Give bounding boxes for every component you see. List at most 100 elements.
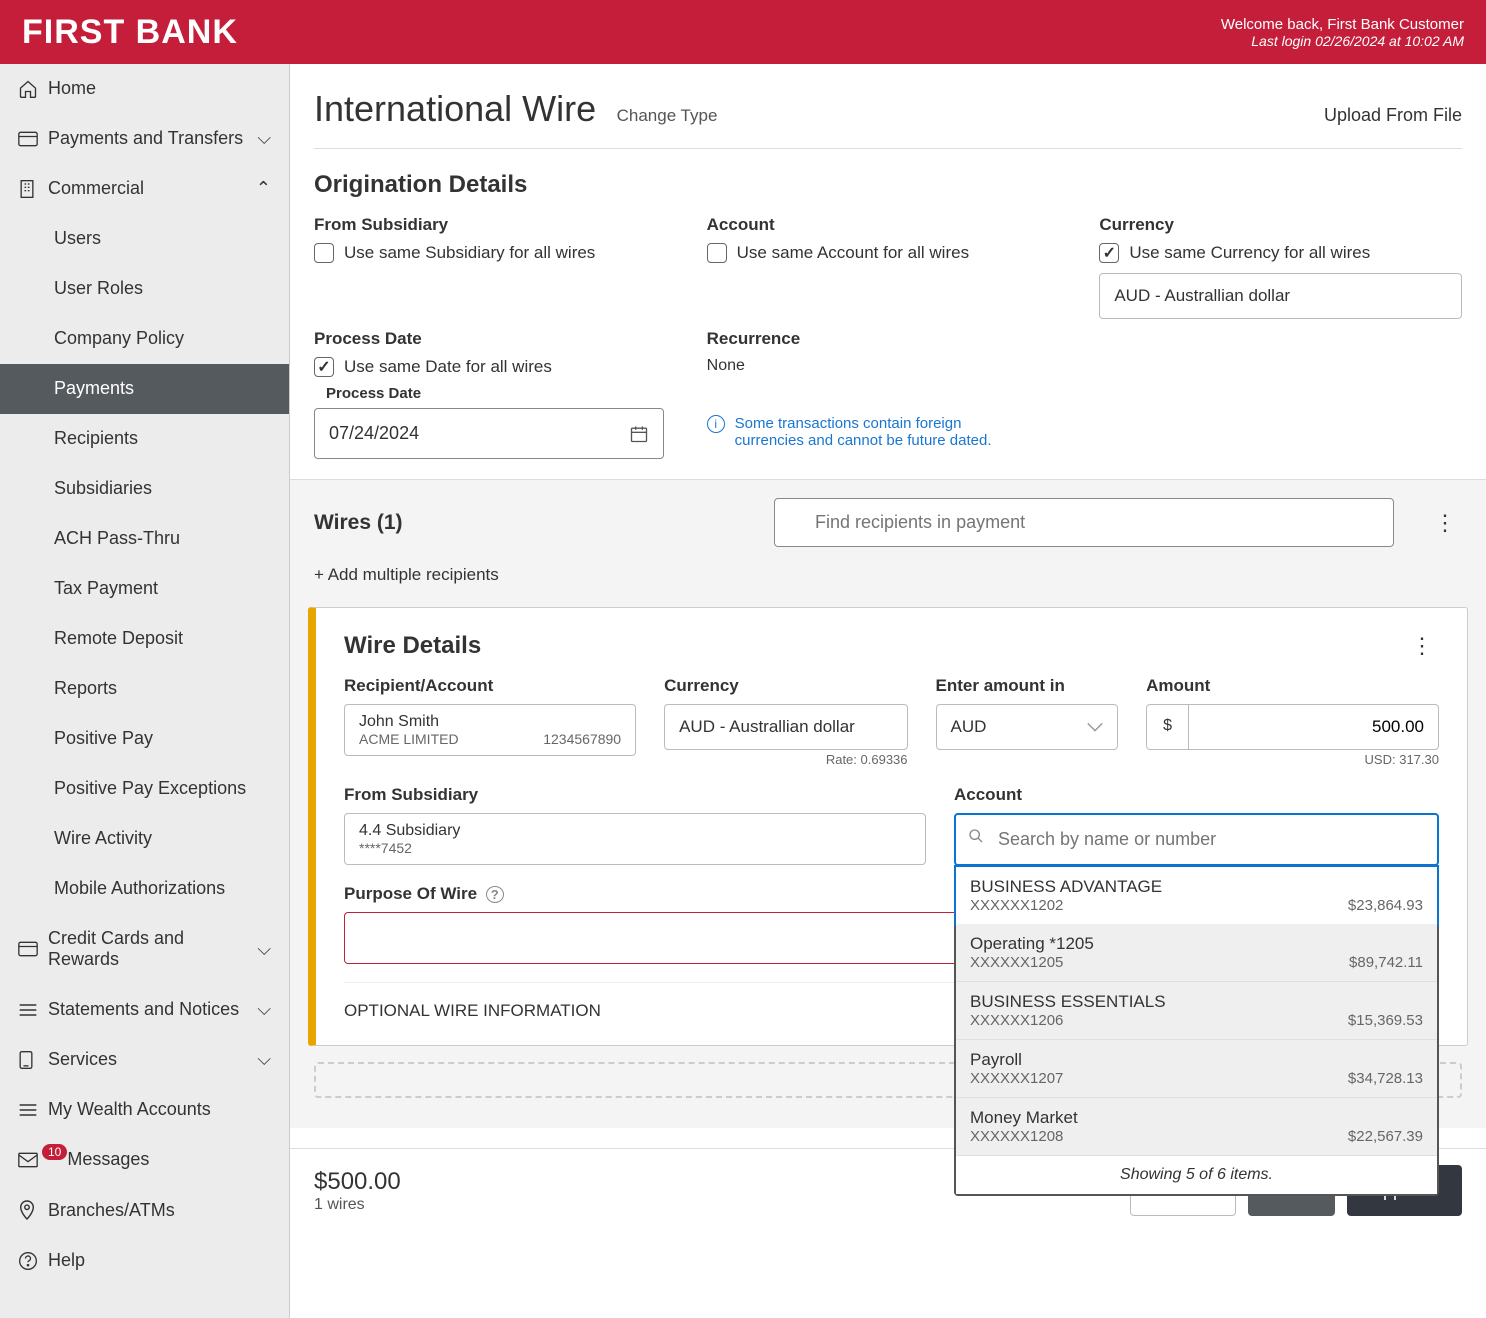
dropdown-footer: Showing 5 of 6 items.	[956, 1156, 1437, 1194]
account-dropdown: BUSINESS ADVANTAGEXXXXXX1202$23,864.93Op…	[954, 865, 1439, 1196]
nav-sub-tax-payment[interactable]: Tax Payment	[0, 564, 289, 614]
process-date-inner-label: Process Date	[314, 385, 677, 402]
help-icon[interactable]: ?	[486, 886, 504, 903]
option-name: Operating *1205	[970, 934, 1423, 954]
nav-branches[interactable]: Branches/ATMs	[0, 1185, 289, 1236]
nav-sub-positive-pay-exceptions[interactable]: Positive Pay Exceptions	[0, 764, 289, 814]
option-name: Payroll	[970, 1050, 1423, 1070]
wire-currency-label: Currency	[664, 676, 907, 696]
nav-credit-cards[interactable]: Credit Cards and Rewards ⌵	[0, 914, 289, 985]
sidebar: Home Payments and Transfers ⌵ Commercial…	[0, 64, 290, 1318]
same-account-checkbox[interactable]	[707, 243, 727, 263]
nav-statements[interactable]: Statements and Notices ⌵	[0, 985, 289, 1035]
same-currency-checkbox[interactable]	[1099, 243, 1119, 263]
chevron-down-icon: ⌵	[257, 999, 271, 1020]
search-icon	[968, 827, 984, 845]
nav-label: Credit Cards and Rewards	[48, 928, 257, 970]
nav-payments-transfers[interactable]: Payments and Transfers ⌵	[0, 114, 289, 164]
account-option[interactable]: BUSINESS ADVANTAGEXXXXXX1202$23,864.93	[954, 865, 1439, 926]
recurrence-value: None	[707, 357, 1070, 375]
nav-sub-wire-activity[interactable]: Wire Activity	[0, 814, 289, 864]
wires-menu-icon[interactable]: ⋮	[1428, 510, 1462, 536]
nav-sub-users[interactable]: Users	[0, 214, 289, 264]
calendar-icon[interactable]	[629, 423, 649, 444]
total-amount: $500.00	[314, 1168, 401, 1196]
option-mask: XXXXXX1202	[970, 897, 1063, 914]
account-search-input[interactable]	[954, 813, 1439, 866]
list-icon	[18, 1102, 48, 1118]
wire-subsidiary-field[interactable]: 4.4 Subsidiary ****7452	[344, 813, 926, 865]
account-option[interactable]: Money MarketXXXXXX1208$22,567.39	[956, 1098, 1437, 1156]
list-icon	[18, 1002, 48, 1018]
chevron-down-icon: ⌵	[257, 939, 271, 960]
logo: FIRST BANK	[22, 13, 238, 52]
recipient-acct: 1234567890	[543, 731, 621, 747]
pin-icon	[18, 1199, 48, 1221]
nav-help[interactable]: Help	[0, 1236, 289, 1286]
nav-sub-ach-pass-thru[interactable]: ACH Pass-Thru	[0, 514, 289, 564]
nav-sub-payments[interactable]: Payments	[0, 364, 289, 414]
amount-prefix: $	[1146, 704, 1188, 750]
process-date-label: Process Date	[314, 329, 677, 349]
same-subsidiary-checkbox[interactable]	[314, 243, 334, 263]
change-type-link[interactable]: Change Type	[617, 106, 718, 125]
exchange-rate: Rate: 0.69336	[664, 752, 907, 767]
option-balance: $34,728.13	[1348, 1070, 1423, 1087]
nav-wealth[interactable]: My Wealth Accounts	[0, 1085, 289, 1135]
card-icon	[18, 941, 48, 957]
subsidiary-name: 4.4 Subsidiary	[359, 822, 911, 840]
nav-sub-remote-deposit[interactable]: Remote Deposit	[0, 614, 289, 664]
nav-commercial[interactable]: Commercial ⌃	[0, 164, 289, 214]
option-mask: XXXXXX1208	[970, 1128, 1063, 1145]
help-icon	[18, 1251, 48, 1271]
recipient-field[interactable]: John Smith ACME LIMITED 1234567890	[344, 704, 636, 756]
account-option[interactable]: Operating *1205XXXXXX1205$89,742.11	[956, 924, 1437, 982]
nav-sub-recipients[interactable]: Recipients	[0, 414, 289, 464]
nav-services[interactable]: Services ⌵	[0, 1035, 289, 1085]
wire-card-menu-icon[interactable]: ⋮	[1405, 633, 1439, 659]
chevron-up-icon: ⌃	[256, 178, 271, 199]
nav-label: Messages	[67, 1149, 271, 1170]
find-recipients-input[interactable]	[774, 498, 1394, 547]
amount-label: Amount	[1146, 676, 1439, 696]
wire-subsidiary-label: From Subsidiary	[344, 785, 926, 805]
date-value: 07/24/2024	[329, 423, 419, 444]
building-icon	[18, 179, 48, 199]
option-name: Money Market	[970, 1108, 1423, 1128]
account-option[interactable]: BUSINESS ESSENTIALSXXXXXX1206$15,369.53	[956, 982, 1437, 1040]
wire-currency-field[interactable]: AUD - Australlian dollar	[664, 704, 907, 750]
same-date-checkbox[interactable]	[314, 357, 334, 377]
recipient-label: Recipient/Account	[344, 676, 636, 696]
checkbox-label: Use same Date for all wires	[344, 357, 552, 377]
amount-input[interactable]	[1188, 704, 1439, 750]
wire-details-card: Wire Details ⋮ Recipient/Account John Sm…	[308, 607, 1468, 1046]
app-header: FIRST BANK Welcome back, First Bank Cust…	[0, 0, 1486, 64]
info-note: Some transactions contain foreign curren…	[735, 415, 1015, 449]
add-multiple-recipients-link[interactable]: + Add multiple recipients	[314, 565, 1462, 585]
option-balance: $89,742.11	[1349, 954, 1423, 971]
wire-details-heading: Wire Details	[344, 632, 481, 660]
nav-home[interactable]: Home	[0, 64, 289, 114]
currency-display[interactable]: AUD - Australlian dollar	[1099, 273, 1462, 319]
nav-label: Help	[48, 1250, 271, 1271]
nav-sub-reports[interactable]: Reports	[0, 664, 289, 714]
checkbox-label: Use same Subsidiary for all wires	[344, 243, 595, 263]
page-title: International Wire	[314, 88, 596, 129]
nav-label: Home	[48, 78, 271, 99]
nav-sub-positive-pay[interactable]: Positive Pay	[0, 714, 289, 764]
usd-equivalent: USD: 317.30	[1146, 752, 1439, 767]
optional-label: OPTIONAL WIRE INFORMATION	[344, 1001, 601, 1021]
option-balance: $23,864.93	[1348, 897, 1423, 914]
account-label: Account	[707, 215, 1070, 235]
header-user-info: Welcome back, First Bank Customer Last l…	[1221, 16, 1464, 49]
nav-sub-user-roles[interactable]: User Roles	[0, 264, 289, 314]
account-option[interactable]: PayrollXXXXXX1207$34,728.13	[956, 1040, 1437, 1098]
wires-count: 1 wires	[314, 1196, 401, 1214]
nav-messages[interactable]: 10 Messages	[0, 1135, 289, 1185]
process-date-input[interactable]: 07/24/2024	[314, 408, 664, 459]
upload-from-file-link[interactable]: Upload From File	[1324, 105, 1462, 126]
nav-sub-company-policy[interactable]: Company Policy	[0, 314, 289, 364]
nav-sub-subsidiaries[interactable]: Subsidiaries	[0, 464, 289, 514]
nav-sub-mobile-authorizations[interactable]: Mobile Authorizations	[0, 864, 289, 914]
checkbox-label: Use same Currency for all wires	[1129, 243, 1370, 263]
